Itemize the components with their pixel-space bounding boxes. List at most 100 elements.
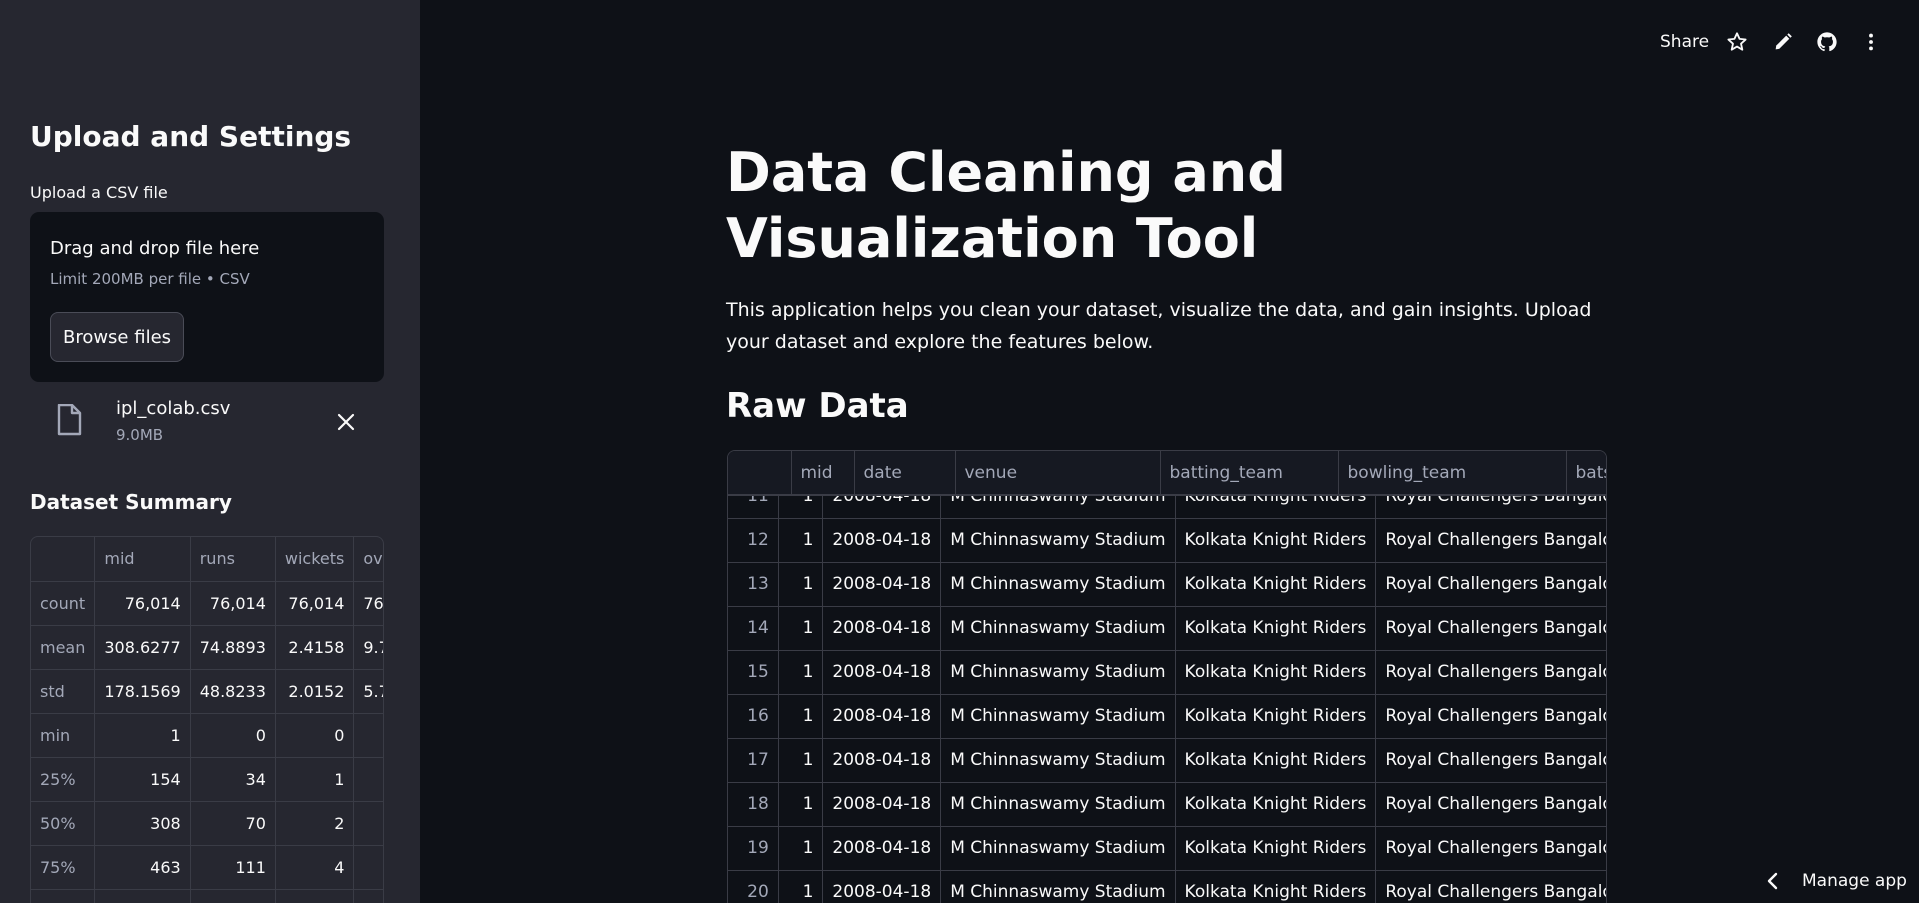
raw-column-header[interactable]: mid bbox=[791, 451, 855, 496]
summary-cell[interactable]: 1 bbox=[275, 757, 355, 802]
table-cell[interactable]: M Chinnaswamy Stadium bbox=[940, 650, 1176, 695]
summary-cell[interactable]: 111 bbox=[190, 845, 276, 890]
summary-cell[interactable]: 463 bbox=[94, 845, 191, 890]
summary-cell[interactable] bbox=[94, 889, 191, 903]
table-cell[interactable]: Royal Challengers Bangalore bbox=[1375, 694, 1606, 739]
raw-column-header[interactable]: bats bbox=[1566, 451, 1606, 496]
summary-cell[interactable]: 70 bbox=[190, 801, 276, 846]
summary-cell[interactable]: 76,014 bbox=[275, 581, 355, 626]
table-cell[interactable]: Kolkata Knight Riders bbox=[1175, 870, 1377, 903]
summary-cell[interactable]: 178.1569 bbox=[94, 669, 191, 714]
table-cell[interactable]: Kolkata Knight Riders bbox=[1175, 518, 1377, 563]
table-cell[interactable]: Royal Challengers Bangalore bbox=[1375, 738, 1606, 783]
table-cell[interactable]: Kolkata Knight Riders bbox=[1175, 562, 1377, 607]
raw-column-header[interactable]: batting_team bbox=[1160, 451, 1339, 496]
table-cell[interactable]: Kolkata Knight Riders bbox=[1175, 826, 1377, 871]
table-cell[interactable]: 2008-04-18 bbox=[822, 518, 942, 563]
summary-cell[interactable] bbox=[190, 889, 276, 903]
table-row[interactable]: 18 1 2008-04-18 M Chinnaswamy Stadium Kolkat… bbox=[728, 782, 1606, 827]
table-row[interactable]: 19 1 2008-04-18 M Chinnaswamy Stadium Kolkat… bbox=[728, 826, 1606, 871]
table-row[interactable]: 16 1 2008-04-18 M Chinnaswamy Stadium Kolkat… bbox=[728, 694, 1606, 739]
table-row[interactable]: 13 1 2008-04-18 M Chinnaswamy Stadium Kolkat… bbox=[728, 562, 1606, 607]
summary-column-header[interactable]: wickets bbox=[275, 537, 355, 582]
table-cell[interactable]: Royal Challengers Bangalore bbox=[1375, 782, 1606, 827]
star-icon[interactable] bbox=[1726, 31, 1748, 53]
table-cell[interactable]: M Chinnaswamy Stadium bbox=[940, 826, 1176, 871]
summary-cell[interactable]: 48.8233 bbox=[190, 669, 276, 714]
table-cell[interactable]: Royal Challengers Bangalore bbox=[1375, 562, 1606, 607]
summary-cell[interactable]: 5.772 bbox=[353, 669, 383, 714]
summary-cell[interactable]: 308.6277 bbox=[94, 625, 191, 670]
table-cell[interactable]: Royal Challengers Bangalore bbox=[1375, 606, 1606, 651]
table-cell[interactable]: M Chinnaswamy Stadium bbox=[940, 518, 1176, 563]
table-cell[interactable]: 1 bbox=[778, 694, 824, 739]
browse-files-button[interactable]: Browse files bbox=[50, 312, 184, 362]
table-row[interactable]: 15 1 2008-04-18 M Chinnaswamy Stadium Kolkat… bbox=[728, 650, 1606, 695]
summary-column-header[interactable]: overs bbox=[353, 537, 383, 582]
table-cell[interactable]: 2008-04-18 bbox=[822, 738, 942, 783]
table-cell[interactable]: 2008-04-18 bbox=[822, 870, 942, 903]
table-cell[interactable]: M Chinnaswamy Stadium bbox=[940, 870, 1176, 903]
table-row[interactable]: 12 1 2008-04-18 M Chinnaswamy Stadium Kolkat… bbox=[728, 518, 1606, 563]
table-cell[interactable]: Kolkata Knight Riders bbox=[1175, 738, 1377, 783]
table-cell[interactable]: Kolkata Knight Riders bbox=[1175, 694, 1377, 739]
summary-cell[interactable]: 76,014 bbox=[190, 581, 276, 626]
raw-table-scroll[interactable]: 11 1 2008-04-18 M Chinnaswamy Stadium Kolkat… bbox=[728, 451, 1606, 903]
summary-cell[interactable] bbox=[275, 889, 355, 903]
summary-column-header[interactable]: runs bbox=[190, 537, 276, 582]
summary-cell[interactable]: 9.783 bbox=[353, 625, 383, 670]
table-cell[interactable]: M Chinnaswamy Stadium bbox=[940, 738, 1176, 783]
summary-cell[interactable] bbox=[353, 713, 383, 758]
manage-app-button[interactable]: Manage app bbox=[1760, 866, 1910, 896]
table-cell[interactable]: 2008-04-18 bbox=[822, 650, 942, 695]
table-cell[interactable]: M Chinnaswamy Stadium bbox=[940, 694, 1176, 739]
table-row[interactable]: 17 1 2008-04-18 M Chinnaswamy Stadium Kolkat… bbox=[728, 738, 1606, 783]
more-vertical-icon[interactable] bbox=[1860, 31, 1882, 53]
table-cell[interactable]: 1 bbox=[778, 606, 824, 651]
summary-cell[interactable]: 4 bbox=[275, 845, 355, 890]
summary-table[interactable]: mid runs wickets overs count76,01476,014… bbox=[30, 536, 384, 903]
table-cell[interactable]: 1 bbox=[778, 518, 824, 563]
table-cell[interactable]: 1 bbox=[778, 562, 824, 607]
table-cell[interactable]: M Chinnaswamy Stadium bbox=[940, 606, 1176, 651]
summary-cell[interactable]: 34 bbox=[190, 757, 276, 802]
pencil-icon[interactable] bbox=[1772, 31, 1794, 53]
summary-cell[interactable]: 2.4158 bbox=[275, 625, 355, 670]
summary-cell[interactable]: 308 bbox=[94, 801, 191, 846]
table-cell[interactable]: Kolkata Knight Riders bbox=[1175, 606, 1377, 651]
table-cell[interactable]: Royal Challengers Bangalore bbox=[1375, 518, 1606, 563]
raw-data-table[interactable]: 11 1 2008-04-18 M Chinnaswamy Stadium Kolkat… bbox=[727, 450, 1607, 903]
summary-column-header[interactable]: mid bbox=[94, 537, 191, 582]
table-cell[interactable]: 1 bbox=[778, 826, 824, 871]
summary-cell[interactable]: 0 bbox=[275, 713, 355, 758]
raw-column-header[interactable]: bowling_team bbox=[1338, 451, 1567, 496]
share-button[interactable]: Share bbox=[1660, 32, 1709, 52]
summary-cell[interactable]: 1 bbox=[94, 713, 191, 758]
raw-column-header[interactable]: venue bbox=[955, 451, 1161, 496]
summary-cell[interactable]: 76,01 bbox=[353, 581, 383, 626]
table-row[interactable]: 20 1 2008-04-18 M Chinnaswamy Stadium Kolkat… bbox=[728, 870, 1606, 903]
table-cell[interactable]: Royal Challengers Bangalore bbox=[1375, 650, 1606, 695]
table-cell[interactable]: 1 bbox=[778, 738, 824, 783]
summary-cell[interactable]: 2 bbox=[275, 801, 355, 846]
table-cell[interactable]: 2008-04-18 bbox=[822, 782, 942, 827]
github-icon[interactable] bbox=[1816, 31, 1838, 53]
table-cell[interactable]: 1 bbox=[778, 782, 824, 827]
table-cell[interactable]: M Chinnaswamy Stadium bbox=[940, 782, 1176, 827]
summary-cell[interactable]: 0 bbox=[190, 713, 276, 758]
table-cell[interactable]: 2008-04-18 bbox=[822, 826, 942, 871]
summary-cell[interactable]: 154 bbox=[94, 757, 191, 802]
summary-cell[interactable]: 74.8893 bbox=[190, 625, 276, 670]
table-cell[interactable]: Kolkata Knight Riders bbox=[1175, 782, 1377, 827]
table-cell[interactable]: 2008-04-18 bbox=[822, 694, 942, 739]
summary-cell[interactable]: 9. bbox=[353, 801, 383, 846]
summary-cell[interactable] bbox=[353, 889, 383, 903]
table-row[interactable]: 14 1 2008-04-18 M Chinnaswamy Stadium Kolkat… bbox=[728, 606, 1606, 651]
raw-column-header[interactable]: date bbox=[854, 451, 956, 496]
summary-cell[interactable]: 2.0152 bbox=[275, 669, 355, 714]
table-cell[interactable]: 1 bbox=[778, 650, 824, 695]
table-cell[interactable]: Royal Challengers Bangalore bbox=[1375, 870, 1606, 903]
table-cell[interactable]: 2008-04-18 bbox=[822, 606, 942, 651]
table-cell[interactable]: 2008-04-18 bbox=[822, 562, 942, 607]
table-cell[interactable]: Royal Challengers Bangalore bbox=[1375, 826, 1606, 871]
